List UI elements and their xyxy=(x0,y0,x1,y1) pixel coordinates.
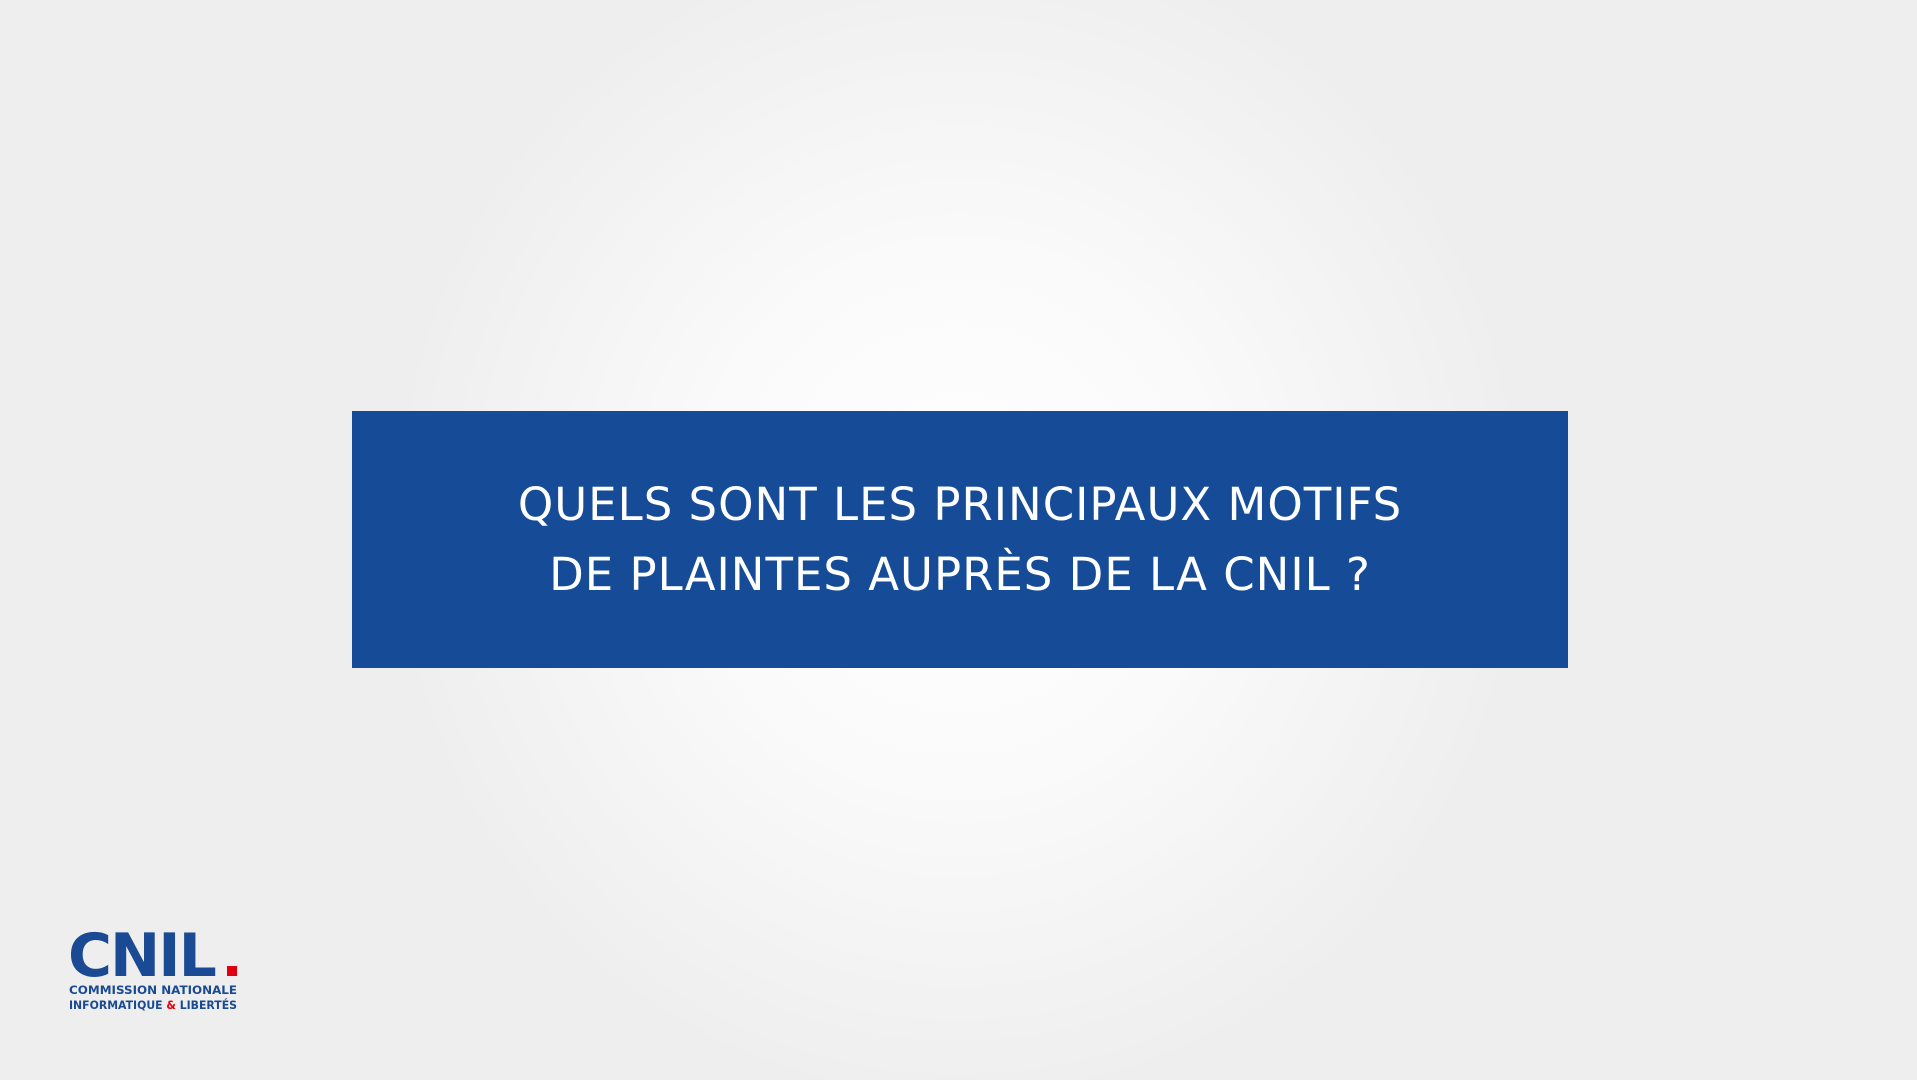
question-banner: QUELS SONT LES PRINCIPAUX MOTIFS DE PLAI… xyxy=(352,411,1568,668)
cnil-logo-mark: CNIL COMMISSION NATIONALE INFORMATIQUE &… xyxy=(68,921,237,1012)
cnil-logo-subtitle-2: INFORMATIQUE & LIBERTÉS xyxy=(69,997,237,1012)
cnil-logo-wordmark: CNIL xyxy=(68,921,216,991)
cnil-logo-subtitle-1: COMMISSION NATIONALE xyxy=(69,983,237,997)
question-title-line-1: QUELS SONT LES PRINCIPAUX MOTIFS xyxy=(517,477,1403,531)
cnil-logo: CNIL COMMISSION NATIONALE INFORMATIQUE &… xyxy=(68,918,248,1014)
video-frame: { "title": { "line1": "QUELS SONT LES PR… xyxy=(0,0,1917,1080)
cnil-logo-red-dot xyxy=(227,966,237,976)
question-title-line-2: DE PLAINTES AUPRÈS DE LA CNIL ? xyxy=(549,547,1371,601)
